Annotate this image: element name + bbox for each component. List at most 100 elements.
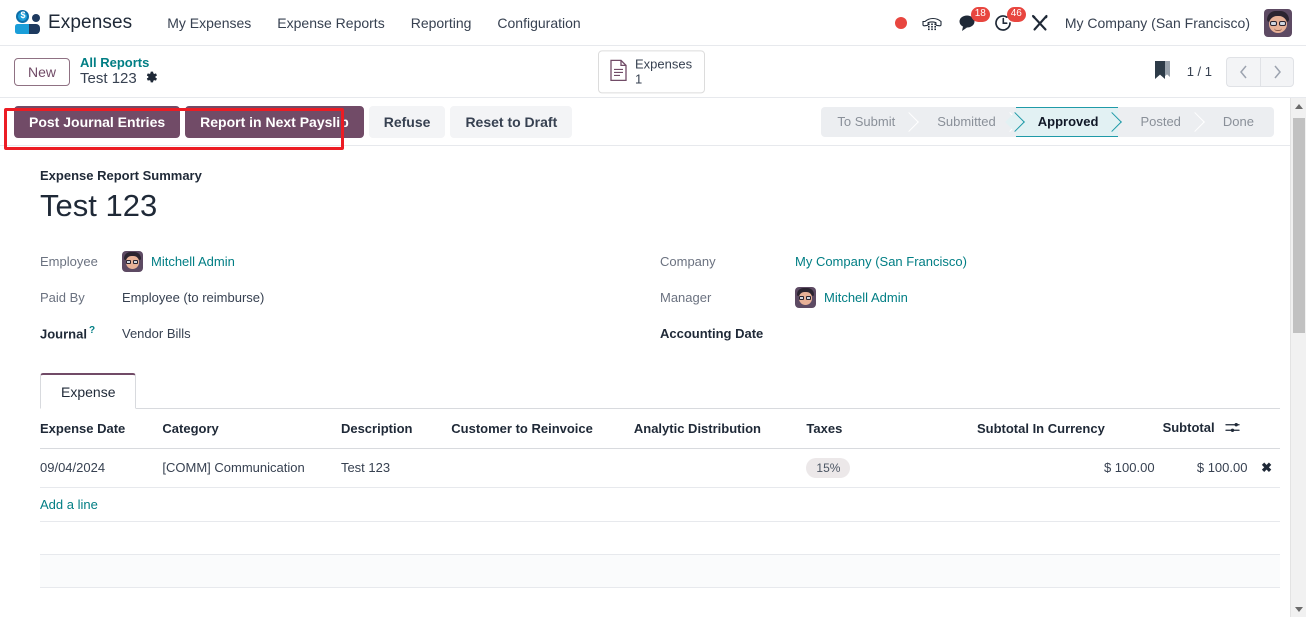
new-record-button[interactable]: New <box>14 57 71 86</box>
scroll-up-arrow[interactable] <box>1291 98 1306 114</box>
status-chevron-icon <box>1188 107 1202 137</box>
status-step-label: Done <box>1222 114 1254 129</box>
bookmark-icon[interactable] <box>1151 59 1173 84</box>
gear-icon[interactable] <box>144 70 158 87</box>
column-settings-icon[interactable] <box>1225 422 1240 437</box>
pager-buttons <box>1226 56 1294 87</box>
form-scrollbar[interactable] <box>1290 98 1306 617</box>
status-step-posted[interactable]: Posted <box>1118 107 1200 137</box>
control-panel-right: 1 / 1 <box>1151 56 1294 87</box>
company-switcher[interactable]: My Company (San Francisco) <box>1065 15 1250 31</box>
stat-button-value: 1 <box>635 71 643 87</box>
empty-row <box>40 554 1280 588</box>
menu-reporting[interactable]: Reporting <box>398 9 485 37</box>
scrollbar-thumb[interactable] <box>1293 118 1305 333</box>
cell-customer-to-reinvoice[interactable] <box>451 448 634 488</box>
cell-subtotal-in-currency[interactable]: $ 100.00 <box>976 448 1163 488</box>
status-step-label: Submitted <box>937 114 996 129</box>
activities-icon[interactable]: 46 <box>993 6 1026 34</box>
manager-avatar <box>795 286 816 308</box>
control-panel: New All Reports Test 123 Expenses 1 1 / … <box>0 46 1306 98</box>
refuse-button[interactable]: Refuse <box>368 105 446 138</box>
notebook-tabs: Expense <box>40 373 1280 410</box>
field-label-manager: Manager <box>660 289 712 305</box>
reset-to-draft-button[interactable]: Reset to Draft <box>450 105 573 138</box>
field-value-company[interactable]: My Company (San Francisco) <box>795 254 967 269</box>
form-sheet: Expense Report Summary Test 123 Employee… <box>0 146 1306 617</box>
column-analytic-distribution[interactable]: Analytic Distribution <box>633 409 807 449</box>
phone-dialpad-icon[interactable] <box>921 12 943 34</box>
tab-expense[interactable]: Expense <box>40 373 137 410</box>
status-step-submitted[interactable]: Submitted <box>915 107 1016 137</box>
table-header-row: Expense Date Category Description Custom… <box>40 409 1280 449</box>
cell-subtotal[interactable]: $ 100.00 ✖ <box>1162 448 1280 488</box>
messages-icon[interactable]: 18 <box>957 6 990 34</box>
column-category[interactable]: Category <box>162 409 341 449</box>
field-value-manager[interactable]: Mitchell Admin <box>824 290 908 305</box>
menu-expense-reports[interactable]: Expense Reports <box>264 9 397 37</box>
report-in-next-payslip-button[interactable]: Report in Next Payslip <box>185 105 364 138</box>
form-fields: Employee Mitchell Admin Paid By Employee… <box>40 243 1280 351</box>
stat-button-label: Expenses <box>635 55 693 71</box>
debug-tools-icon[interactable] <box>1029 12 1051 34</box>
column-taxes[interactable]: Taxes <box>806 409 977 449</box>
table-row[interactable]: 09/04/2024 [COMM] Communication Test 123… <box>40 448 1280 488</box>
expense-lines-table: Expense Date Category Description Custom… <box>40 409 1280 617</box>
expenses-app-icon <box>14 9 40 36</box>
app-brand-name[interactable]: Expenses <box>48 12 132 34</box>
stat-button-expenses[interactable]: Expenses 1 <box>598 49 706 94</box>
form-statusbar-row: Post Journal Entries Report in Next Pays… <box>0 98 1306 150</box>
breadcrumb: All Reports Test 123 <box>80 55 158 88</box>
field-label-company: Company <box>660 253 716 269</box>
post-journal-entries-button[interactable]: Post Journal Entries <box>14 105 181 138</box>
status-bar: To Submit Submitted Approved Posted Done <box>821 106 1274 137</box>
cell-expense-date[interactable]: 09/04/2024 <box>40 448 163 488</box>
scroll-down-arrow[interactable] <box>1291 601 1306 617</box>
journal-help-icon[interactable]: ? <box>89 325 95 336</box>
navbar-systray: 18 46 My Company (San Francisco) <box>894 6 1296 37</box>
pager-previous-button[interactable] <box>1226 56 1260 87</box>
field-value-paid-by[interactable]: Employee (to reimburse) <box>122 290 264 305</box>
cell-taxes[interactable]: 15% <box>806 448 977 488</box>
field-accounting-date: Accounting Date <box>660 315 1280 351</box>
cell-analytic-distribution[interactable] <box>633 448 807 488</box>
status-step-done[interactable]: Done <box>1201 107 1274 137</box>
column-subtotal-in-currency[interactable]: Subtotal In Currency <box>976 409 1163 449</box>
user-avatar[interactable] <box>1264 8 1292 37</box>
field-company: Company My Company (San Francisco) <box>660 243 1280 279</box>
add-a-line-link[interactable]: Add a line <box>40 497 98 512</box>
status-chevron-icon <box>1003 107 1017 137</box>
column-subtotal-label: Subtotal <box>1162 420 1215 436</box>
cell-description[interactable]: Test 123 <box>340 448 452 488</box>
status-chevron-left-icon <box>1015 108 1029 136</box>
column-expense-date[interactable]: Expense Date <box>40 409 163 449</box>
field-paid-by: Paid By Employee (to reimburse) <box>40 279 660 315</box>
status-step-approved[interactable]: Approved <box>1015 106 1119 137</box>
menu-configuration[interactable]: Configuration <box>484 9 593 37</box>
tax-badge: 15% <box>806 457 851 478</box>
delete-row-icon[interactable]: ✖ <box>1261 460 1272 475</box>
breadcrumb-all-reports[interactable]: All Reports <box>80 55 158 70</box>
top-navbar: Expenses My Expenses Expense Reports Rep… <box>0 0 1306 46</box>
status-step-label: Posted <box>1140 114 1181 129</box>
cell-category[interactable]: [COMM] Communication <box>162 448 341 488</box>
menu-my-expenses[interactable]: My Expenses <box>154 9 264 37</box>
column-description[interactable]: Description <box>340 409 452 449</box>
status-step-label: Approved <box>1037 114 1099 129</box>
pager-count: 1 / 1 <box>1186 64 1212 79</box>
record-dot-icon[interactable] <box>894 16 907 29</box>
empty-row <box>40 587 1280 617</box>
expense-report-summary-label: Expense Report Summary <box>40 168 202 183</box>
status-step-to-submit[interactable]: To Submit <box>821 107 915 137</box>
form-column-right: Company My Company (San Francisco) Manag… <box>660 243 1280 351</box>
field-journal: Journal? Vendor Bills <box>40 315 660 351</box>
activities-badge: 46 <box>1006 6 1026 22</box>
field-value-journal[interactable]: Vendor Bills <box>122 326 191 341</box>
field-value-employee[interactable]: Mitchell Admin <box>151 254 235 269</box>
column-subtotal[interactable]: Subtotal <box>1162 409 1280 449</box>
pager-next-button[interactable] <box>1260 56 1294 87</box>
column-customer-to-reinvoice[interactable]: Customer to Reinvoice <box>451 409 634 449</box>
record-title[interactable]: Test 123 <box>40 188 1280 223</box>
stat-buttons-box: Expenses 1 <box>598 49 706 94</box>
add-a-line-row[interactable]: Add a line <box>40 487 1280 522</box>
